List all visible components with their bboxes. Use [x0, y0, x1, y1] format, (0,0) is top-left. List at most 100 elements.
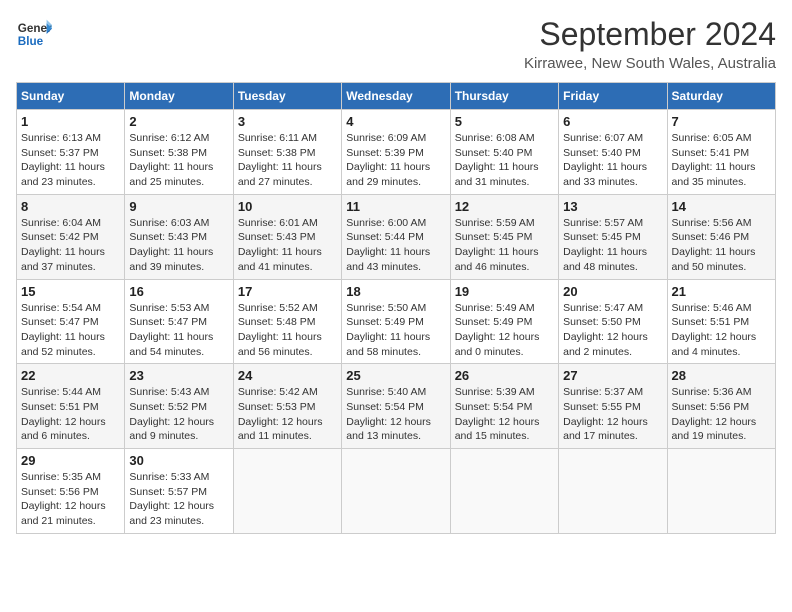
- day-info: Sunrise: 5:44 AMSunset: 5:51 PMDaylight:…: [21, 385, 120, 444]
- calendar-week-row: 22 Sunrise: 5:44 AMSunset: 5:51 PMDayligh…: [17, 364, 776, 449]
- day-number: 14: [672, 199, 771, 214]
- calendar-cell: 13Sunrise: 5:57 AMSunset: 5:45 PMDayligh…: [559, 194, 667, 279]
- calendar-cell: [342, 449, 450, 534]
- day-info: Sunrise: 5:54 AMSunset: 5:47 PMDaylight:…: [21, 301, 120, 360]
- day-info: Sunrise: 5:36 AMSunset: 5:56 PMDaylight:…: [672, 385, 771, 444]
- weekday-header-sunday: Sunday: [17, 83, 125, 110]
- calendar-cell: 16 Sunrise: 5:53 AMSunset: 5:47 PMDayligh…: [125, 279, 233, 364]
- calendar-cell: [450, 449, 558, 534]
- location-title: Kirrawee, New South Wales, Australia: [524, 55, 776, 72]
- calendar-cell: 24 Sunrise: 5:42 AMSunset: 5:53 PMDayligh…: [233, 364, 341, 449]
- day-info: Sunrise: 5:40 AMSunset: 5:54 PMDaylight:…: [346, 385, 445, 444]
- calendar-cell: 23 Sunrise: 5:43 AMSunset: 5:52 PMDayligh…: [125, 364, 233, 449]
- day-info: Sunrise: 6:07 AMSunset: 5:40 PMDaylight:…: [563, 131, 662, 190]
- day-info: Sunrise: 6:11 AMSunset: 5:38 PMDaylight:…: [238, 131, 337, 190]
- weekday-header-saturday: Saturday: [667, 83, 775, 110]
- day-info: Sunrise: 5:50 AMSunset: 5:49 PMDaylight:…: [346, 301, 445, 360]
- calendar-week-row: 29Sunrise: 5:35 AMSunset: 5:56 PMDayligh…: [17, 449, 776, 534]
- day-number: 11: [346, 199, 445, 214]
- day-number: 28: [672, 368, 771, 383]
- calendar-week-row: 8 Sunrise: 6:04 AMSunset: 5:42 PMDaylight…: [17, 194, 776, 279]
- calendar-cell: 18 Sunrise: 5:50 AMSunset: 5:49 PMDayligh…: [342, 279, 450, 364]
- logo: General Blue: [16, 16, 56, 52]
- calendar-cell: 10 Sunrise: 6:01 AMSunset: 5:43 PMDayligh…: [233, 194, 341, 279]
- day-number: 17: [238, 284, 337, 299]
- day-number: 18: [346, 284, 445, 299]
- calendar-cell: 7Sunrise: 6:05 AMSunset: 5:41 PMDaylight…: [667, 110, 775, 195]
- calendar-cell: 12Sunrise: 5:59 AMSunset: 5:45 PMDayligh…: [450, 194, 558, 279]
- day-number: 12: [455, 199, 554, 214]
- day-info: Sunrise: 5:52 AMSunset: 5:48 PMDaylight:…: [238, 301, 337, 360]
- day-number: 29: [21, 453, 120, 468]
- calendar-cell: 15 Sunrise: 5:54 AMSunset: 5:47 PMDayligh…: [17, 279, 125, 364]
- calendar-cell: 1 Sunrise: 6:13 AMSunset: 5:37 PMDaylight…: [17, 110, 125, 195]
- day-number: 22: [21, 368, 120, 383]
- calendar-cell: 6 Sunrise: 6:07 AMSunset: 5:40 PMDaylight…: [559, 110, 667, 195]
- day-number: 8: [21, 199, 120, 214]
- svg-text:Blue: Blue: [18, 35, 44, 48]
- day-number: 19: [455, 284, 554, 299]
- day-info: Sunrise: 5:46 AMSunset: 5:51 PMDaylight:…: [672, 301, 771, 360]
- day-number: 23: [129, 368, 228, 383]
- calendar-cell: 29Sunrise: 5:35 AMSunset: 5:56 PMDayligh…: [17, 449, 125, 534]
- day-info: Sunrise: 6:09 AMSunset: 5:39 PMDaylight:…: [346, 131, 445, 190]
- day-info: Sunrise: 5:42 AMSunset: 5:53 PMDaylight:…: [238, 385, 337, 444]
- day-info: Sunrise: 6:01 AMSunset: 5:43 PMDaylight:…: [238, 216, 337, 275]
- weekday-header-wednesday: Wednesday: [342, 83, 450, 110]
- day-number: 16: [129, 284, 228, 299]
- day-info: Sunrise: 5:33 AMSunset: 5:57 PMDaylight:…: [129, 470, 228, 529]
- calendar-cell: 3 Sunrise: 6:11 AMSunset: 5:38 PMDaylight…: [233, 110, 341, 195]
- day-info: Sunrise: 6:12 AMSunset: 5:38 PMDaylight:…: [129, 131, 228, 190]
- calendar-table: SundayMondayTuesdayWednesdayThursdayFrid…: [16, 82, 776, 534]
- day-number: 20: [563, 284, 662, 299]
- calendar-cell: 17 Sunrise: 5:52 AMSunset: 5:48 PMDayligh…: [233, 279, 341, 364]
- calendar-cell: 25 Sunrise: 5:40 AMSunset: 5:54 PMDayligh…: [342, 364, 450, 449]
- day-number: 1: [21, 114, 120, 129]
- day-number: 10: [238, 199, 337, 214]
- calendar-cell: [667, 449, 775, 534]
- calendar-cell: [233, 449, 341, 534]
- day-info: Sunrise: 6:05 AMSunset: 5:41 PMDaylight:…: [672, 131, 771, 190]
- calendar-header-row: SundayMondayTuesdayWednesdayThursdayFrid…: [17, 83, 776, 110]
- day-info: Sunrise: 5:57 AMSunset: 5:45 PMDaylight:…: [563, 216, 662, 275]
- day-info: Sunrise: 6:03 AMSunset: 5:43 PMDaylight:…: [129, 216, 228, 275]
- logo-icon: General Blue: [16, 16, 52, 52]
- day-number: 24: [238, 368, 337, 383]
- day-number: 27: [563, 368, 662, 383]
- day-info: Sunrise: 5:53 AMSunset: 5:47 PMDaylight:…: [129, 301, 228, 360]
- day-number: 4: [346, 114, 445, 129]
- day-info: Sunrise: 5:37 AMSunset: 5:55 PMDaylight:…: [563, 385, 662, 444]
- day-number: 26: [455, 368, 554, 383]
- day-number: 3: [238, 114, 337, 129]
- calendar-cell: 22 Sunrise: 5:44 AMSunset: 5:51 PMDayligh…: [17, 364, 125, 449]
- title-area: September 2024 Kirrawee, New South Wales…: [524, 16, 776, 72]
- calendar-cell: 28 Sunrise: 5:36 AMSunset: 5:56 PMDayligh…: [667, 364, 775, 449]
- calendar-cell: [559, 449, 667, 534]
- day-info: Sunrise: 5:49 AMSunset: 5:49 PMDaylight:…: [455, 301, 554, 360]
- day-number: 6: [563, 114, 662, 129]
- calendar-cell: 9Sunrise: 6:03 AMSunset: 5:43 PMDaylight…: [125, 194, 233, 279]
- day-number: 21: [672, 284, 771, 299]
- day-number: 30: [129, 453, 228, 468]
- calendar-cell: 20Sunrise: 5:47 AMSunset: 5:50 PMDayligh…: [559, 279, 667, 364]
- month-title: September 2024: [524, 16, 776, 53]
- day-info: Sunrise: 6:13 AMSunset: 5:37 PMDaylight:…: [21, 131, 120, 190]
- calendar-week-row: 15 Sunrise: 5:54 AMSunset: 5:47 PMDayligh…: [17, 279, 776, 364]
- day-info: Sunrise: 5:43 AMSunset: 5:52 PMDaylight:…: [129, 385, 228, 444]
- calendar-cell: 26 Sunrise: 5:39 AMSunset: 5:54 PMDayligh…: [450, 364, 558, 449]
- day-number: 15: [21, 284, 120, 299]
- day-info: Sunrise: 5:39 AMSunset: 5:54 PMDaylight:…: [455, 385, 554, 444]
- calendar-cell: 21 Sunrise: 5:46 AMSunset: 5:51 PMDayligh…: [667, 279, 775, 364]
- calendar-cell: 11 Sunrise: 6:00 AMSunset: 5:44 PMDayligh…: [342, 194, 450, 279]
- day-info: Sunrise: 6:04 AMSunset: 5:42 PMDaylight:…: [21, 216, 120, 275]
- day-info: Sunrise: 6:08 AMSunset: 5:40 PMDaylight:…: [455, 131, 554, 190]
- day-number: 25: [346, 368, 445, 383]
- day-info: Sunrise: 6:00 AMSunset: 5:44 PMDaylight:…: [346, 216, 445, 275]
- calendar-cell: 19 Sunrise: 5:49 AMSunset: 5:49 PMDayligh…: [450, 279, 558, 364]
- weekday-header-friday: Friday: [559, 83, 667, 110]
- calendar-week-row: 1 Sunrise: 6:13 AMSunset: 5:37 PMDaylight…: [17, 110, 776, 195]
- day-number: 5: [455, 114, 554, 129]
- header: General Blue September 2024 Kirrawee, Ne…: [16, 16, 776, 72]
- weekday-header-tuesday: Tuesday: [233, 83, 341, 110]
- calendar-cell: 5 Sunrise: 6:08 AMSunset: 5:40 PMDaylight…: [450, 110, 558, 195]
